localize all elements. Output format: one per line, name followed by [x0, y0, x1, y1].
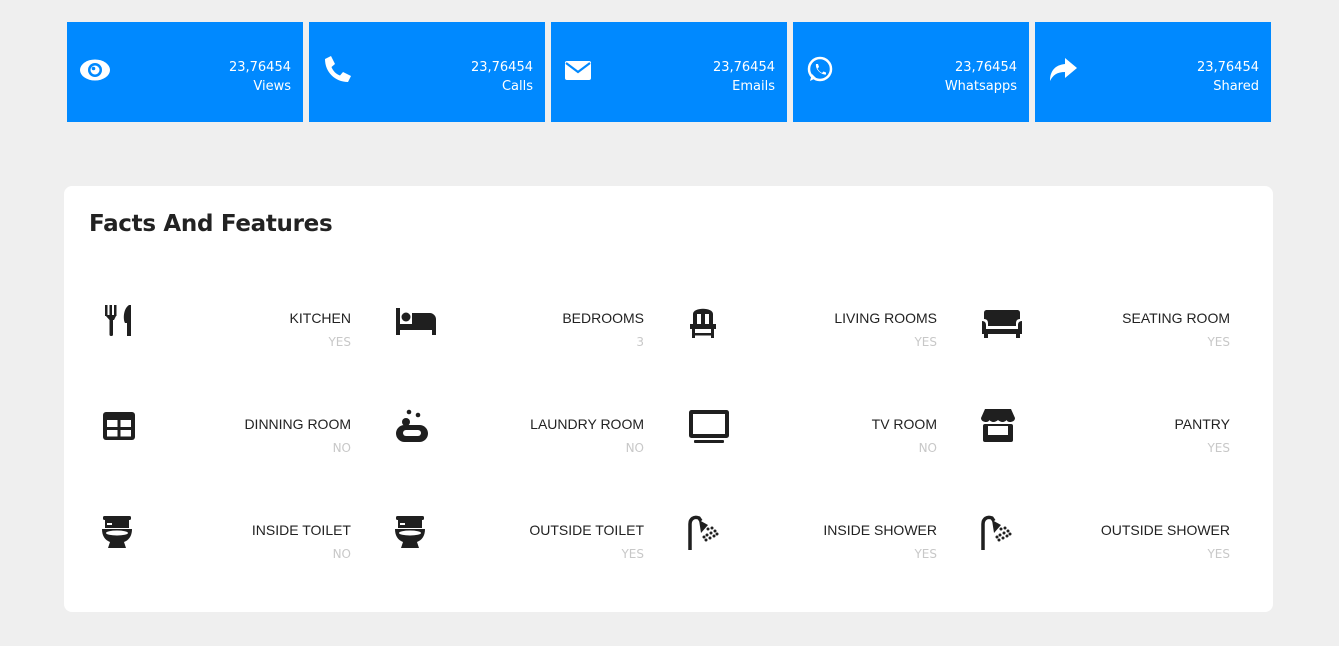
couch-icon — [980, 302, 1024, 346]
stat-calls[interactable]: 23,76454 Calls — [309, 22, 545, 122]
feature-value: YES — [328, 335, 351, 349]
stat-count: 23,76454 — [712, 60, 775, 75]
store-icon — [980, 408, 1024, 452]
feature-outside-toilet: OUTSIDE TOILET YES — [394, 514, 644, 574]
feature-value: YES — [914, 547, 937, 561]
feature-value: YES — [621, 547, 644, 561]
feature-value: YES — [1207, 335, 1230, 349]
feature-label: LIVING ROOMS — [834, 310, 937, 326]
stat-label: Shared — [1213, 79, 1259, 94]
section-title: Facts And Features — [89, 211, 333, 237]
stat-label: Emails — [732, 79, 775, 94]
feature-label: BEDROOMS — [562, 310, 644, 326]
share-icon — [1047, 54, 1079, 86]
stat-label: Calls — [501, 79, 533, 94]
stats-row: 23,76454 Views 23,76454 Calls 23,76454 E… — [67, 22, 1271, 122]
feature-bedrooms: BEDROOMS 3 — [394, 302, 644, 362]
feature-value: NO — [625, 441, 644, 455]
shower-icon — [687, 514, 731, 558]
stat-count: 23,76454 — [228, 60, 291, 75]
shower-icon — [980, 514, 1024, 558]
feature-label: OUTSIDE TOILET — [529, 522, 644, 538]
whatsapp-icon — [805, 54, 837, 86]
feature-pantry: PANTRY YES — [980, 408, 1230, 468]
feature-seating-room: SEATING ROOM YES — [980, 302, 1230, 362]
feature-laundry-room: LAUNDRY ROOM NO — [394, 408, 644, 468]
feature-value: YES — [1207, 441, 1230, 455]
feature-label: TV ROOM — [871, 416, 937, 432]
feature-tv-room: TV ROOM NO — [687, 408, 937, 468]
feature-label: INSIDE SHOWER — [823, 522, 937, 538]
feature-value: 3 — [636, 335, 644, 349]
feature-value: NO — [332, 547, 351, 561]
feature-living-rooms: LIVING ROOMS YES — [687, 302, 937, 362]
feature-label: SEATING ROOM — [1122, 310, 1230, 326]
feature-outside-shower: OUTSIDE SHOWER YES — [980, 514, 1230, 574]
feature-dinning-room: DINNING ROOM NO — [101, 408, 351, 468]
stat-shared[interactable]: 23,76454 Shared — [1035, 22, 1271, 122]
chair-icon — [687, 302, 731, 346]
bed-icon — [394, 302, 438, 346]
feature-value: YES — [1207, 547, 1230, 561]
stat-emails[interactable]: 23,76454 Emails — [551, 22, 787, 122]
toilet-icon — [394, 514, 438, 558]
table-icon — [101, 408, 145, 452]
feature-value: YES — [914, 335, 937, 349]
phone-icon — [321, 54, 353, 86]
stat-views[interactable]: 23,76454 Views — [67, 22, 303, 122]
feature-kitchen: KITCHEN YES — [101, 302, 351, 362]
envelope-icon — [563, 54, 595, 86]
feature-value: NO — [918, 441, 937, 455]
stat-label: Whatsapps — [944, 79, 1017, 94]
stat-count: 23,76454 — [1196, 60, 1259, 75]
stat-count: 23,76454 — [470, 60, 533, 75]
eye-icon — [79, 54, 111, 86]
utensils-icon — [101, 302, 145, 346]
feature-inside-toilet: INSIDE TOILET NO — [101, 514, 351, 574]
soap-icon — [394, 408, 438, 452]
feature-inside-shower: INSIDE SHOWER YES — [687, 514, 937, 574]
feature-value: NO — [332, 441, 351, 455]
stat-count: 23,76454 — [954, 60, 1017, 75]
feature-label: PANTRY — [1174, 416, 1231, 432]
feature-label: KITCHEN — [289, 310, 351, 326]
feature-label: LAUNDRY ROOM — [530, 416, 644, 432]
facts-features-card: Facts And Features KITCHEN YES BEDROOMS … — [64, 186, 1273, 612]
feature-label: DINNING ROOM — [244, 416, 351, 432]
stat-label: Views — [253, 79, 291, 94]
stat-whatsapps[interactable]: 23,76454 Whatsapps — [793, 22, 1029, 122]
tv-icon — [687, 408, 731, 452]
feature-label: INSIDE TOILET — [251, 522, 351, 538]
toilet-icon — [101, 514, 145, 558]
feature-label: OUTSIDE SHOWER — [1100, 522, 1230, 538]
